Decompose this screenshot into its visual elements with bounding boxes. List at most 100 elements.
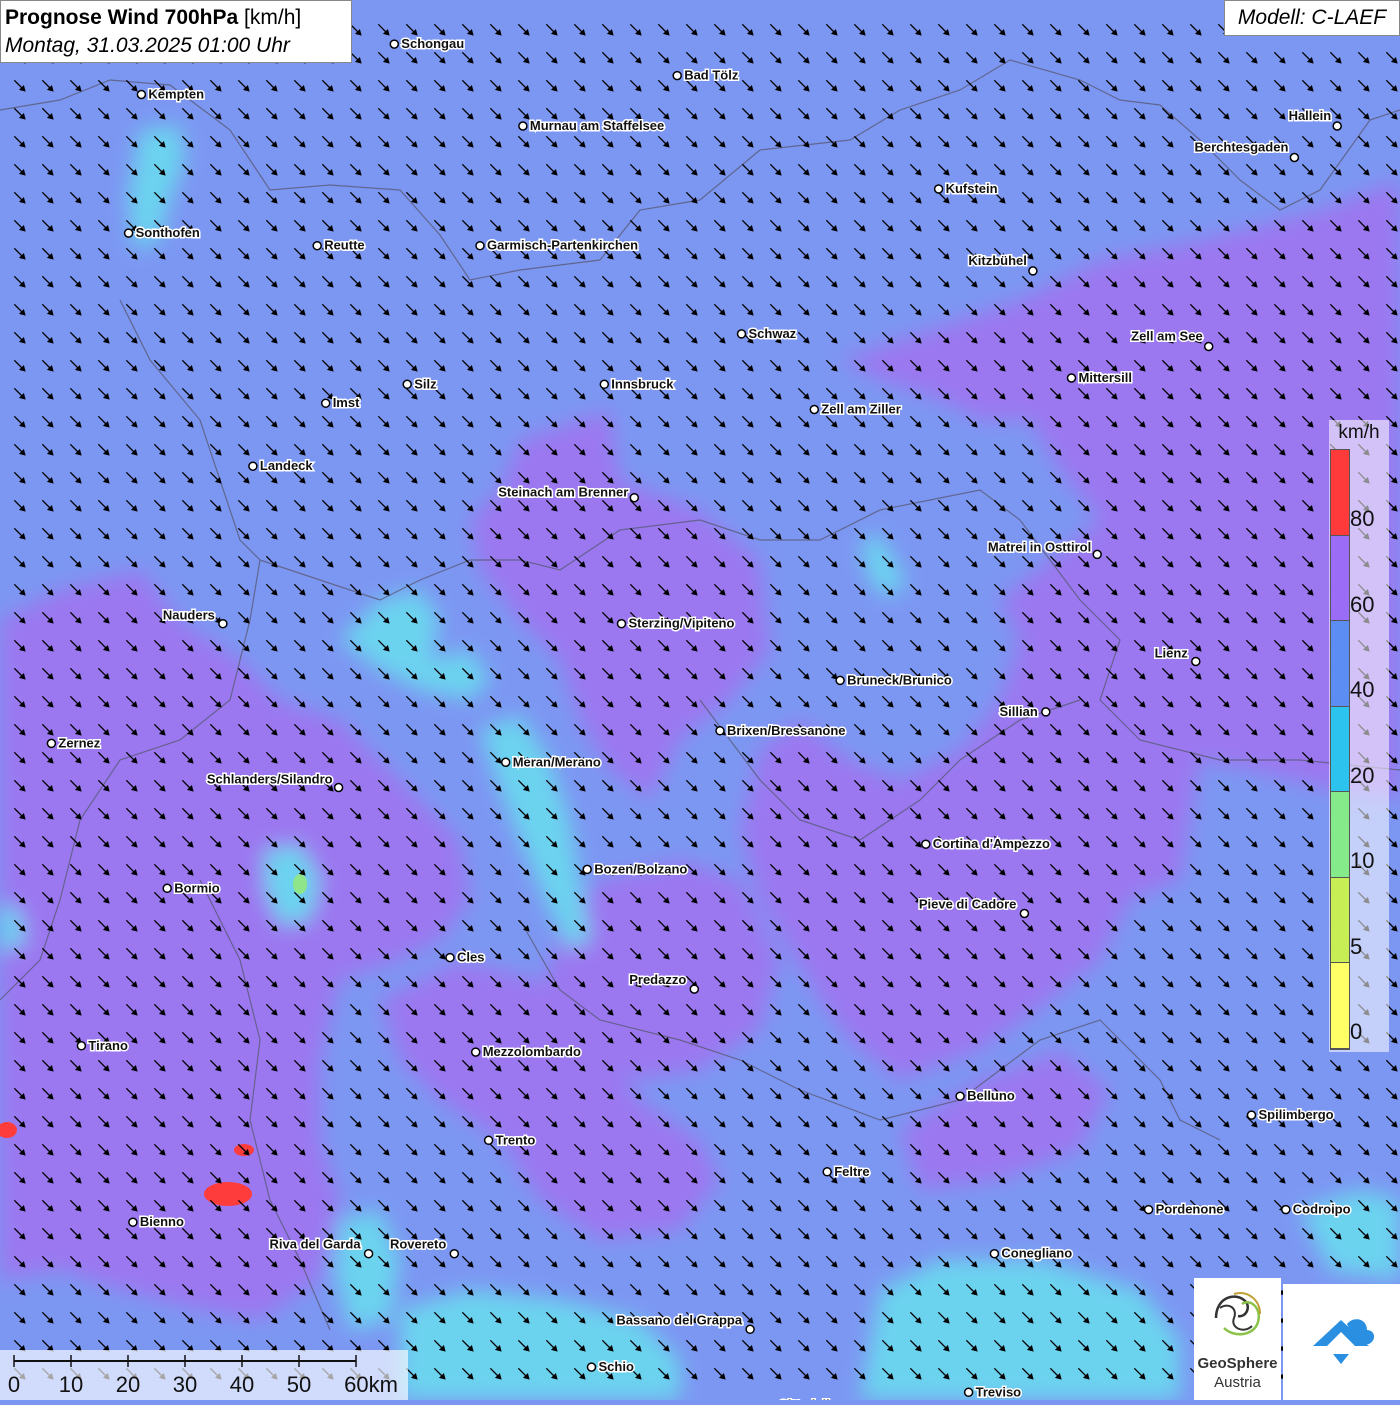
city-dot — [738, 330, 746, 338]
city-dot — [716, 727, 724, 735]
city-label: Cles — [457, 950, 484, 965]
city-dot — [129, 1218, 137, 1226]
forecast-datetime: Montag, 31.03.2025 01:00 Uhr — [5, 32, 347, 60]
legend-color-segment — [1331, 621, 1349, 707]
city-label: Murnau am Staffelsee — [530, 118, 664, 133]
city-marker: Brixen/Bressanone — [716, 723, 846, 738]
city-dot — [1248, 1111, 1256, 1119]
city-label: Bad Tölz — [684, 68, 739, 83]
city-label: Silz — [414, 376, 437, 391]
map-title-box: Prognose Wind 700hPa [km/h] Montag, 31.0… — [0, 0, 352, 63]
zone-green-spot — [293, 874, 307, 894]
city-dot — [472, 1048, 480, 1056]
city-dot — [219, 620, 227, 628]
city-label: Landeck — [260, 458, 314, 473]
city-label: Mittersill — [1079, 370, 1132, 385]
legend-tick-label: 40 — [1350, 677, 1374, 703]
city-marker: Meran/Merano — [502, 754, 601, 769]
city-label: Belluno — [967, 1088, 1015, 1103]
city-label: Schlanders/Silandro — [207, 772, 333, 787]
city-dot — [313, 242, 321, 250]
city-dot — [519, 122, 527, 130]
city-marker: Schongau — [390, 36, 464, 51]
zone-red-spot-bienno — [204, 1182, 252, 1206]
city-label: Imst — [333, 395, 360, 410]
city-label: Matrei in Osttirol — [988, 539, 1091, 554]
city-marker: Sterzing/Vipiteno — [618, 616, 735, 631]
city-label: Cortina d'Ampezzo — [933, 836, 1050, 851]
scale-bar-label: 50 — [287, 1372, 311, 1397]
city-dot — [450, 1250, 458, 1258]
city-dot — [125, 229, 133, 237]
city-label: Codroipo — [1293, 1202, 1351, 1217]
city-dot — [618, 620, 626, 628]
city-label: Meran/Merano — [513, 754, 601, 769]
city-label: Schio — [599, 1359, 634, 1374]
city-dot — [810, 406, 818, 414]
city-label: Reutte — [324, 238, 364, 253]
scale-bar-label: 20 — [116, 1372, 140, 1397]
city-label: Schwaz — [749, 326, 797, 341]
city-label: Trento — [496, 1132, 536, 1147]
city-dot — [630, 494, 638, 502]
city-dot — [956, 1092, 964, 1100]
city-dot — [922, 840, 930, 848]
city-label: Brixen/Bressanone — [727, 723, 846, 738]
city-dot — [485, 1136, 493, 1144]
legend-tick-label: 80 — [1350, 506, 1374, 532]
city-label: Rovereto — [390, 1237, 446, 1252]
city-label: Garmisch-Partenkirchen — [487, 238, 638, 253]
legend-tick-label: 60 — [1350, 592, 1374, 618]
city-label: Sterzing/Vipiteno — [629, 616, 735, 631]
weather-app-logo — [1283, 1284, 1400, 1400]
city-dot — [583, 865, 591, 873]
city-label: Zernez — [58, 735, 100, 750]
city-dot — [1093, 550, 1101, 558]
legend-color-segment — [1331, 792, 1349, 878]
geosphere-country: Austria — [1194, 1374, 1281, 1391]
city-dot — [836, 676, 844, 684]
city-dot — [1029, 267, 1037, 275]
city-label: Mezzolombardo — [483, 1044, 581, 1059]
city-label: Hallein — [1289, 108, 1332, 123]
city-marker: Steinach am Brenner — [498, 485, 638, 502]
city-dot — [823, 1168, 831, 1176]
geosphere-name: GeoSphere — [1194, 1355, 1281, 1372]
city-marker: Bozen/Bolzano — [583, 861, 687, 876]
legend-color-segment — [1331, 878, 1349, 964]
scale-bar-label: 60km — [344, 1372, 398, 1397]
legend-color-segment — [1331, 707, 1349, 793]
city-marker: Cortina d'Ampezzo — [922, 836, 1050, 851]
city-marker: Conegliano — [990, 1246, 1072, 1261]
legend-color-bar — [1330, 449, 1350, 1050]
city-marker: Innsbruck — [600, 376, 674, 391]
city-dot — [965, 1388, 973, 1396]
scale-bar-label: 0 — [8, 1372, 20, 1397]
city-label: Sillian — [1000, 704, 1038, 719]
map-unit: [km/h] — [244, 6, 301, 29]
city-label: Zell am Ziller — [821, 402, 900, 417]
city-dot — [365, 1250, 373, 1258]
city-label: Pordenone — [1156, 1202, 1224, 1217]
city-label: Riva del Garda — [270, 1237, 362, 1252]
city-label: Bassano del Grappa — [616, 1312, 742, 1327]
legend-color-segment — [1331, 536, 1349, 622]
city-dot — [137, 91, 145, 99]
city-dot — [1290, 154, 1298, 162]
city-label: Conegliano — [1001, 1246, 1072, 1261]
city-dot — [990, 1250, 998, 1258]
city-marker: Bruneck/Brunico — [836, 672, 952, 687]
legend-color-segment — [1331, 450, 1349, 536]
city-dot — [249, 462, 257, 470]
city-label: Innsbruck — [611, 376, 674, 391]
city-dot — [476, 242, 484, 250]
scale-bar-label: 10 — [59, 1372, 83, 1397]
scale-bar-label: 30 — [173, 1372, 197, 1397]
city-dot — [1333, 122, 1341, 130]
city-label: Zell am See — [1131, 329, 1203, 344]
city-label: Kufstein — [946, 181, 998, 196]
city-dot — [335, 784, 343, 792]
legend-unit: km/h — [1329, 422, 1389, 444]
city-dot — [588, 1363, 596, 1371]
legend-tick-label: 20 — [1350, 763, 1374, 789]
